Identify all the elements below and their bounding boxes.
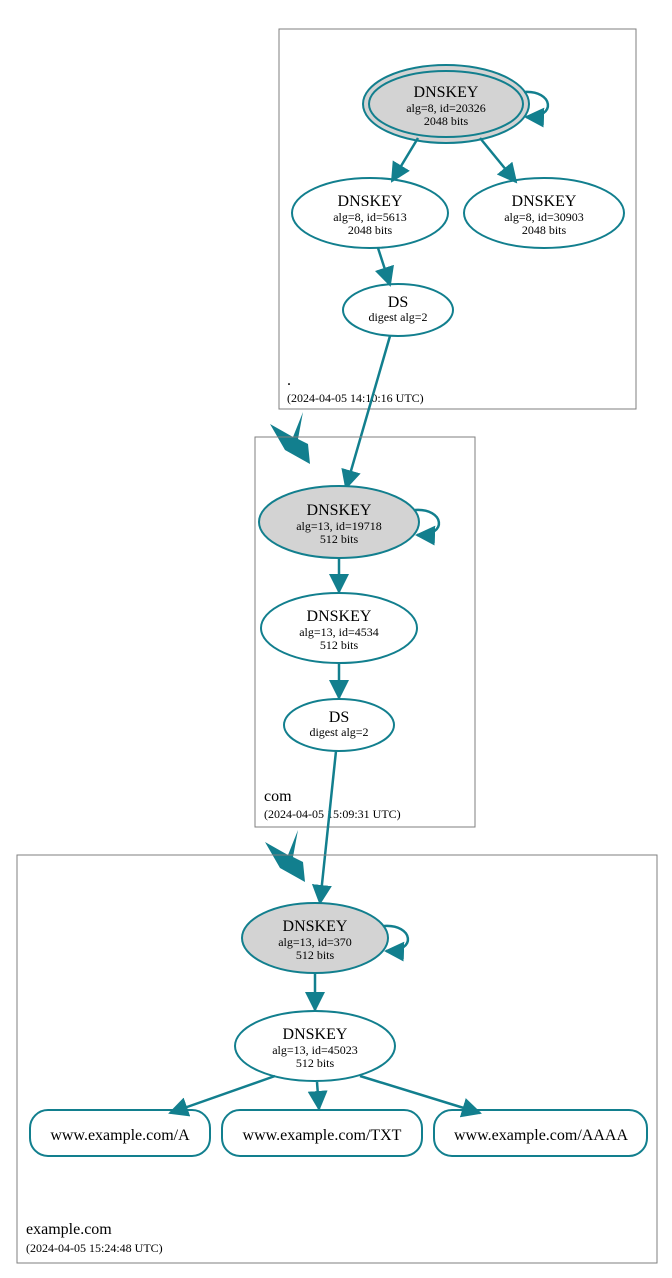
zone-com: com (2024-04-05 15:09:31 UTC) DNSKEY alg… (255, 437, 475, 827)
edge-exzsk-aaaa (360, 1076, 480, 1113)
root-ds-title: DS (388, 294, 408, 311)
com-zsk-l3: 512 bits (320, 638, 359, 652)
zone-example-timestamp: (2024-04-05 15:24:48 UTC) (26, 1241, 163, 1255)
root-zsk1-l3: 2048 bits (348, 223, 393, 237)
edge-rootksk-zsk1 (392, 138, 418, 181)
com-zsk-l2: alg=13, id=4534 (299, 625, 379, 639)
zone-com-timestamp: (2024-04-05 15:09:31 UTC) (264, 807, 401, 821)
root-ksk-l3: 2048 bits (424, 114, 469, 128)
ex-zsk-l3: 512 bits (296, 1056, 335, 1070)
zone-root-name: . (287, 372, 291, 389)
com-ksk-l3: 512 bits (320, 532, 359, 546)
root-ksk-l2: alg=8, id=20326 (406, 101, 486, 115)
zone-root: . (2024-04-05 14:10:16 UTC) DNSKEY alg=8… (279, 29, 636, 409)
ex-ksk-title: DNSKEY (283, 918, 348, 935)
root-zsk1-title: DNSKEY (338, 193, 403, 210)
edge-rootzsk1-ds (378, 248, 390, 285)
ex-ksk-l2: alg=13, id=370 (278, 935, 352, 949)
delegation-arrow-root-com (270, 412, 310, 464)
rr-a-label: www.example.com/A (50, 1127, 190, 1144)
edge-exzsk-a (170, 1076, 275, 1113)
ex-zsk-l2: alg=13, id=45023 (272, 1043, 358, 1057)
node-com-zsk: DNSKEY alg=13, id=4534 512 bits (261, 593, 417, 663)
node-rr-txt: www.example.com/TXT (222, 1110, 422, 1156)
zone-com-name: com (264, 788, 292, 805)
delegation-arrow-com-example (265, 830, 305, 882)
node-root-zsk2: DNSKEY alg=8, id=30903 2048 bits (464, 178, 624, 248)
rr-txt-label: www.example.com/TXT (243, 1127, 402, 1144)
com-ksk-title: DNSKEY (307, 502, 372, 519)
node-rr-a: www.example.com/A (30, 1110, 210, 1156)
node-example-zsk: DNSKEY alg=13, id=45023 512 bits (235, 1011, 395, 1081)
root-zsk1-l2: alg=8, id=5613 (333, 210, 407, 224)
edge-rootds-comksk (346, 336, 390, 488)
node-root-ksk: DNSKEY alg=8, id=20326 2048 bits (363, 65, 548, 143)
root-ds-l2: digest alg=2 (368, 310, 427, 324)
root-zsk2-l2: alg=8, id=30903 (504, 210, 584, 224)
ex-zsk-title: DNSKEY (283, 1026, 348, 1043)
root-ksk-title: DNSKEY (414, 84, 479, 101)
node-root-zsk1: DNSKEY alg=8, id=5613 2048 bits (292, 178, 448, 248)
com-ds-l2: digest alg=2 (309, 725, 368, 739)
edge-rootksk-zsk2 (480, 138, 516, 182)
root-zsk2-title: DNSKEY (512, 193, 577, 210)
zone-root-timestamp: (2024-04-05 14:10:16 UTC) (287, 391, 424, 405)
root-zsk2-l3: 2048 bits (522, 223, 567, 237)
com-ds-title: DS (329, 709, 349, 726)
node-example-ksk: DNSKEY alg=13, id=370 512 bits (242, 903, 408, 973)
com-ksk-l2: alg=13, id=19718 (296, 519, 382, 533)
zone-example: example.com (2024-04-05 15:24:48 UTC) DN… (17, 855, 657, 1263)
node-rr-aaaa: www.example.com/AAAA (434, 1110, 647, 1156)
rr-aaaa-label: www.example.com/AAAA (454, 1127, 628, 1144)
ex-ksk-l3: 512 bits (296, 948, 335, 962)
node-root-ds: DS digest alg=2 (343, 284, 453, 336)
zone-example-name: example.com (26, 1221, 112, 1238)
com-zsk-title: DNSKEY (307, 608, 372, 625)
node-com-ksk: DNSKEY alg=13, id=19718 512 bits (259, 486, 439, 558)
node-com-ds: DS digest alg=2 (284, 699, 394, 751)
edge-exzsk-txt (317, 1082, 319, 1109)
